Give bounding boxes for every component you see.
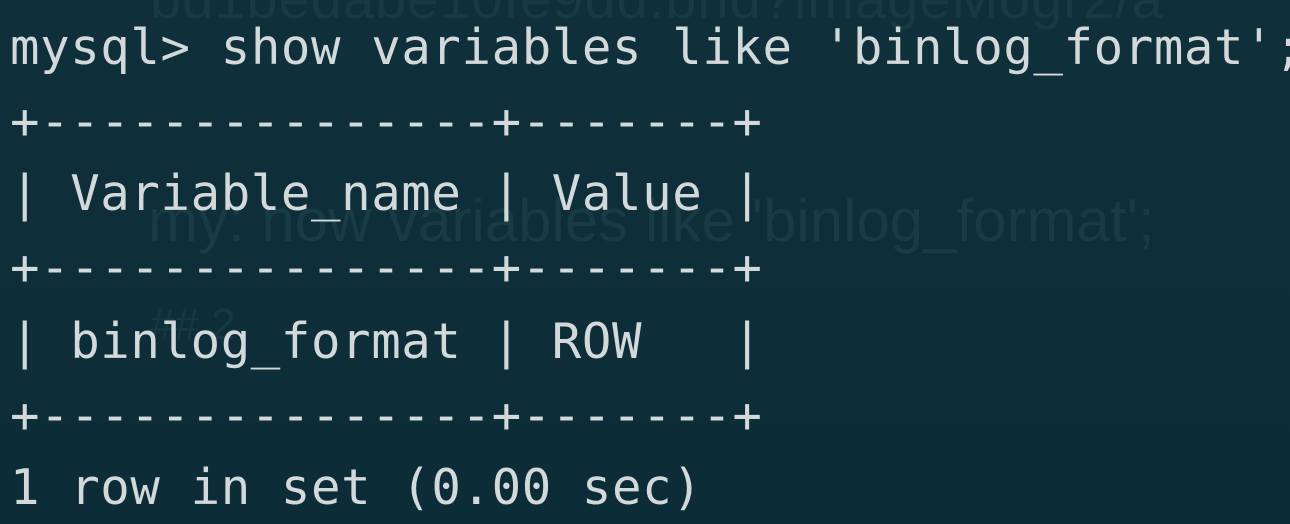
terminal-window[interactable]: bd1bedabe10fe9dd.bnd?imageMogr2/a my: no… (0, 0, 1290, 524)
table-border-top: +---------------+-------+ (10, 93, 763, 150)
table-border-bottom: +---------------+-------+ (10, 387, 763, 444)
mysql-prompt: mysql> (10, 19, 191, 76)
command-text: show variables like 'binlog_format'; (220, 19, 1290, 76)
table-border-middle: +---------------+-------+ (10, 239, 763, 296)
command-line[interactable]: mysql> show variables like 'binlog_forma… (10, 18, 1290, 78)
table-row: | binlog_format | ROW | (10, 313, 763, 370)
table-header-row: | Variable_name | Value | (10, 165, 763, 222)
result-summary: 1 row in set (0.00 sec) (10, 459, 703, 516)
